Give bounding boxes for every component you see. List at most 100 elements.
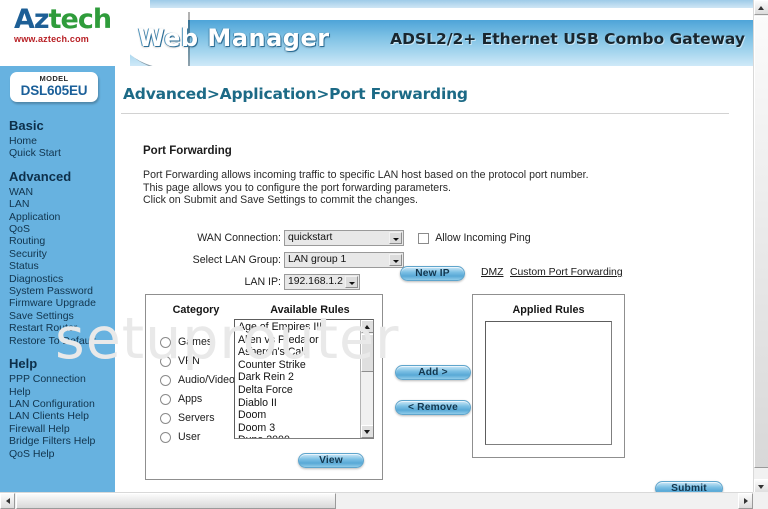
sidebar-item-wan[interactable]: WAN: [9, 186, 115, 198]
sidebar-item-save-settings[interactable]: Save Settings: [9, 310, 115, 322]
list-item[interactable]: Diablo II: [235, 397, 373, 410]
available-rules-panel: Category Available Rules Games VPN Audio…: [145, 294, 383, 480]
sidebar-item-firmware-upgrade[interactable]: Firmware Upgrade: [9, 297, 115, 309]
radio-icon[interactable]: [160, 355, 171, 367]
radio-icon[interactable]: [160, 374, 171, 386]
radio-icon[interactable]: [160, 431, 171, 443]
category-header: Category: [172, 304, 220, 316]
category-option-user[interactable]: User: [160, 428, 235, 447]
radio-icon[interactable]: [160, 393, 171, 405]
wan-connection-select[interactable]: quickstart: [283, 230, 404, 246]
sidebar-item-lan-clients-help[interactable]: LAN Clients Help: [9, 410, 115, 422]
model-badge: MODEL DSL605EU: [10, 72, 98, 102]
category-option-games[interactable]: Games: [160, 333, 235, 352]
chevron-down-icon: [388, 232, 402, 244]
sidebar-item-security[interactable]: Security: [9, 248, 115, 260]
sidebar-item-qos[interactable]: QoS: [9, 223, 115, 235]
allow-incoming-ping-checkbox[interactable]: [417, 232, 429, 244]
category-label-user: User: [178, 431, 201, 443]
category-option-apps[interactable]: Apps: [160, 390, 235, 409]
applied-rules-list: [486, 322, 611, 323]
horizontal-scrollbar-thumb[interactable]: [16, 493, 336, 509]
radio-icon[interactable]: [160, 412, 171, 424]
category-label-games: Games: [178, 336, 213, 348]
sidebar-item-firewall-help[interactable]: Firewall Help: [9, 423, 115, 435]
lan-group-select[interactable]: LAN group 1: [283, 252, 404, 268]
description-line-3: Click on Submit and Save Settings to com…: [143, 194, 418, 207]
logo-wordmark: Aztech: [14, 6, 134, 34]
scrollbar-corner: [753, 492, 768, 509]
sidebar-item-bridge-filters-help[interactable]: Bridge Filters Help: [9, 435, 115, 447]
scroll-up-icon[interactable]: [754, 0, 768, 15]
list-item[interactable]: Dark Rein 2: [235, 371, 373, 384]
category-label-vpn: VPN: [178, 355, 200, 367]
scroll-left-icon[interactable]: [0, 493, 15, 509]
sidebar-item-restart-router[interactable]: Restart Router: [9, 322, 115, 334]
custom-port-forwarding-link[interactable]: Custom Port Forwarding: [510, 267, 623, 278]
add-rule-button[interactable]: Add >: [395, 365, 471, 380]
category-radio-group: Games VPN Audio/Video Apps Servers User: [160, 333, 235, 447]
aztech-logo[interactable]: Aztech www.aztech.com: [14, 6, 134, 45]
sidebar-item-quick-start[interactable]: Quick Start: [9, 147, 115, 159]
submit-button[interactable]: Submit: [655, 481, 723, 492]
sidebar-group-advanced: Advanced WAN LAN Application QoS Routing…: [9, 169, 115, 347]
vertical-scrollbar[interactable]: [753, 0, 768, 494]
list-item[interactable]: Counter Strike: [235, 359, 373, 372]
list-item[interactable]: Alien vs Predator: [235, 334, 373, 347]
sidebar-item-lan[interactable]: LAN: [9, 198, 115, 210]
scrollbar-thumb[interactable]: [361, 334, 373, 372]
sidebar-item-routing[interactable]: Routing: [9, 235, 115, 247]
wan-connection-row: WAN Connection: quickstart Allow Incomin…: [183, 230, 531, 246]
lan-ip-value: 192.168.1.2: [287, 276, 343, 287]
sidebar-item-qos-help[interactable]: QoS Help: [9, 448, 115, 460]
sidebar-item-system-password[interactable]: System Password: [9, 285, 115, 297]
list-item[interactable]: Dune 2000: [235, 434, 373, 438]
lan-ip-row: LAN IP: 192.168.1.2: [183, 274, 360, 290]
new-ip-button[interactable]: New IP: [400, 266, 465, 281]
category-option-servers[interactable]: Servers: [160, 409, 235, 428]
page-header: Aztech www.aztech.com Web Manager ADSL2/…: [0, 0, 753, 66]
radio-icon[interactable]: [160, 336, 171, 348]
list-item[interactable]: Asheron's Call: [235, 346, 373, 359]
list-item[interactable]: Age of Empires III: [235, 321, 373, 334]
sidebar-item-diagnostics[interactable]: Diagnostics: [9, 273, 115, 285]
category-option-audio-video[interactable]: Audio/Video: [160, 371, 235, 390]
scroll-up-icon[interactable]: [361, 320, 373, 333]
sidebar-item-restore-to-default[interactable]: Restore To Default: [9, 335, 115, 347]
model-badge-label: MODEL: [39, 74, 69, 83]
lan-group-value: LAN group 1: [287, 254, 347, 265]
dmz-link[interactable]: DMZ: [481, 267, 504, 278]
category-label-servers: Servers: [178, 412, 215, 424]
available-rules-listbox[interactable]: Age of Empires III Alien vs Predator Ash…: [234, 319, 374, 439]
list-item[interactable]: Doom: [235, 409, 373, 422]
list-item[interactable]: Delta Force: [235, 384, 373, 397]
logo-text-tech: tech: [48, 4, 112, 35]
wan-connection-value: quickstart: [287, 232, 333, 243]
available-rules-scrollbar[interactable]: [360, 320, 373, 438]
lan-ip-select[interactable]: 192.168.1.2: [283, 274, 360, 290]
horizontal-scrollbar[interactable]: [0, 492, 753, 509]
page-title: Port Forwarding: [143, 145, 232, 157]
scroll-down-icon[interactable]: [361, 425, 373, 438]
scroll-right-icon[interactable]: [738, 493, 753, 509]
sidebar-item-ppp-connection[interactable]: PPP Connection: [9, 373, 115, 385]
list-item[interactable]: Doom 3: [235, 422, 373, 435]
category-label-audio-video: Audio/Video: [178, 374, 235, 386]
chevron-down-icon: [344, 276, 358, 288]
sidebar-group-help: Help PPP Connection Help LAN Configurati…: [9, 356, 115, 460]
sidebar-item-lan-configuration[interactable]: LAN Configuration: [9, 398, 115, 410]
remove-rule-button[interactable]: < Remove: [395, 400, 471, 415]
category-option-vpn[interactable]: VPN: [160, 352, 235, 371]
sidebar-item-help[interactable]: Help: [9, 386, 115, 398]
view-button[interactable]: View: [298, 453, 364, 468]
lan-group-row: Select LAN Group: LAN group 1: [183, 252, 404, 268]
vertical-scrollbar-thumb[interactable]: [754, 16, 768, 468]
sidebar-item-status[interactable]: Status: [9, 260, 115, 272]
applied-rules-listbox[interactable]: [485, 321, 612, 445]
category-label-apps: Apps: [178, 393, 203, 405]
sidebar-item-application[interactable]: Application: [9, 211, 115, 223]
sidebar-heading-basic: Basic: [9, 118, 44, 133]
sidebar-item-home[interactable]: Home: [9, 135, 115, 147]
chevron-down-icon: [388, 254, 402, 266]
applied-rules-header: Applied Rules: [512, 304, 585, 316]
